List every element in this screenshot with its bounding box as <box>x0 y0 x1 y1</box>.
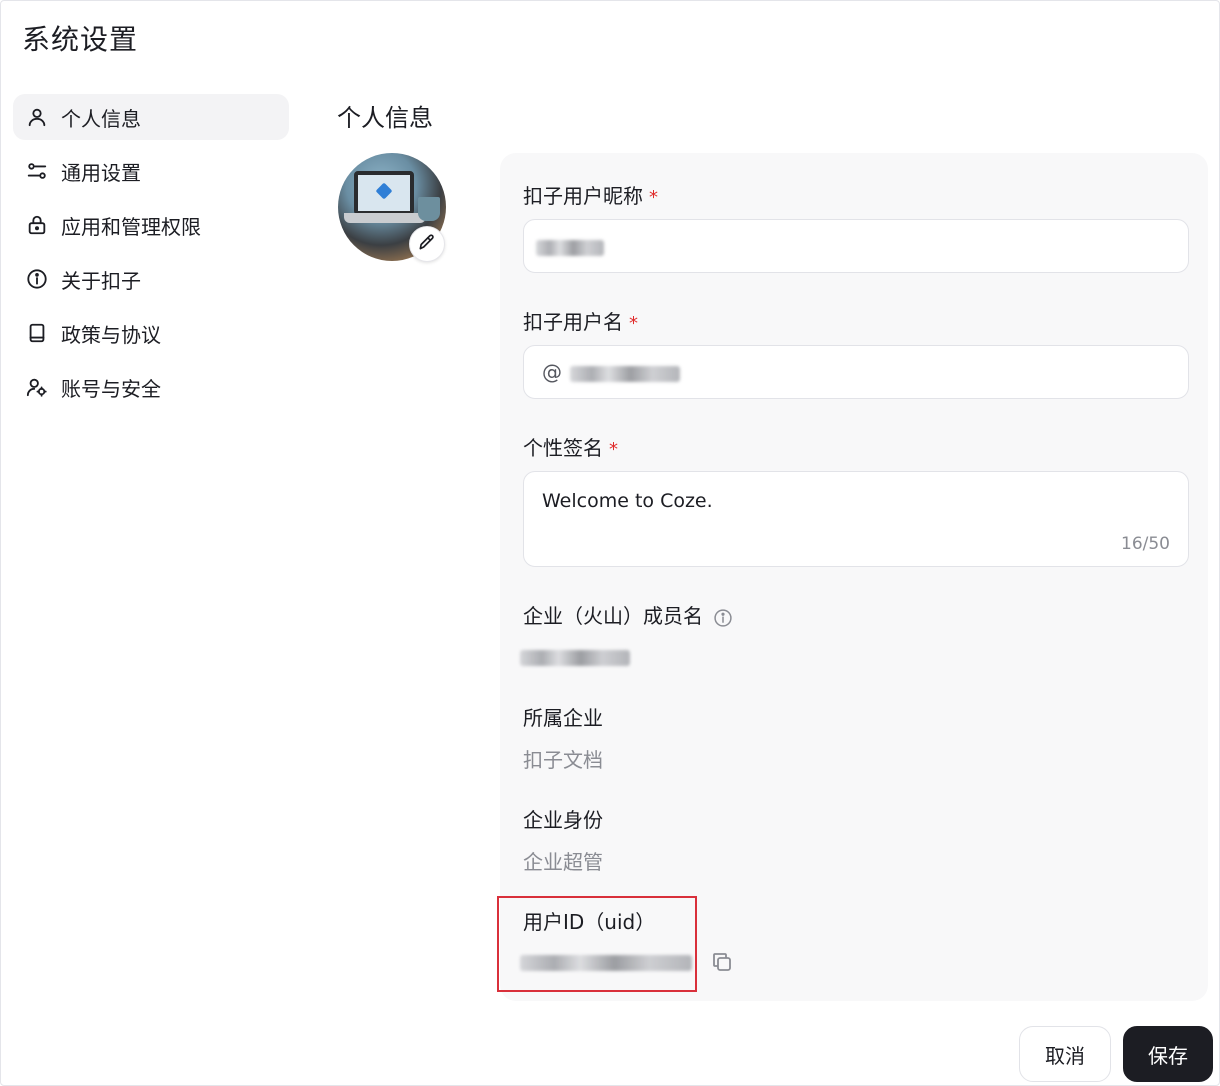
cancel-button[interactable]: 取消 <box>1019 1026 1111 1082</box>
identity-value: 企业超管 <box>523 850 603 874</box>
sidebar-item-about[interactable]: 关于扣子 <box>13 256 289 302</box>
member-name-label: 企业（火山）成员名 <box>523 600 733 629</box>
character-counter: 16/50 <box>1121 534 1170 554</box>
profile-form-panel <box>500 153 1208 1001</box>
sidebar-item-app-permissions[interactable]: 应用和管理权限 <box>13 202 289 248</box>
nickname-label: 扣子用户昵称 * <box>523 180 658 209</box>
nickname-input[interactable] <box>523 219 1189 273</box>
avatar-edit-button[interactable] <box>409 226 445 262</box>
page-title: 系统设置 <box>22 23 139 56</box>
section-title: 个人信息 <box>337 104 433 132</box>
sidebar-item-label: 政策与协议 <box>61 322 161 347</box>
avatar-cup-shape <box>418 197 440 221</box>
save-button[interactable]: 保存 <box>1123 1026 1213 1082</box>
member-name-label-text: 企业（火山）成员名 <box>523 604 703 628</box>
enterprise-value: 扣子文档 <box>523 748 603 772</box>
copy-icon[interactable] <box>710 950 734 974</box>
user-icon <box>25 105 49 129</box>
sidebar: 个人信息 通用设置 应用和管理权限 关于扣子 政策与协议 账号与安全 <box>13 94 289 418</box>
signature-value: Welcome to Coze. <box>542 490 713 512</box>
enterprise-label: 所属企业 <box>523 706 603 730</box>
sidebar-item-label: 个人信息 <box>61 106 141 131</box>
sidebar-item-personal-info[interactable]: 个人信息 <box>13 94 289 140</box>
avatar-laptop-base-shape <box>344 213 426 223</box>
sidebar-item-policies[interactable]: 政策与协议 <box>13 310 289 356</box>
sidebar-item-label: 应用和管理权限 <box>61 214 201 239</box>
username-label: 扣子用户名 * <box>523 306 638 335</box>
sidebar-item-account-security[interactable]: 账号与安全 <box>13 364 289 410</box>
sidebar-item-label: 账号与安全 <box>61 376 161 401</box>
lock-icon <box>25 213 49 237</box>
nickname-label-text: 扣子用户昵称 <box>523 184 643 208</box>
username-input[interactable]: @ <box>523 345 1189 399</box>
required-mark: * <box>649 187 658 208</box>
pencil-icon <box>417 232 437 256</box>
uid-highlight-box <box>497 896 697 992</box>
sliders-icon <box>25 159 49 183</box>
sidebar-item-label: 关于扣子 <box>61 268 141 293</box>
required-mark: * <box>609 439 618 460</box>
at-prefix: @ <box>542 360 562 384</box>
required-mark: * <box>629 313 638 334</box>
user-settings-icon <box>25 375 49 399</box>
info-icon[interactable] <box>713 608 733 628</box>
book-icon <box>25 321 49 345</box>
redacted-nickname <box>536 240 604 256</box>
identity-label: 企业身份 <box>523 808 603 832</box>
redacted-member-name <box>520 650 630 666</box>
signature-label: 个性签名 * <box>523 432 618 461</box>
info-icon <box>25 267 49 291</box>
sidebar-item-label: 通用设置 <box>61 160 141 185</box>
redacted-username <box>570 366 680 382</box>
sidebar-item-general-settings[interactable]: 通用设置 <box>13 148 289 194</box>
username-label-text: 扣子用户名 <box>523 310 623 334</box>
signature-textarea[interactable]: Welcome to Coze. 16/50 <box>523 471 1189 567</box>
signature-label-text: 个性签名 <box>523 436 603 460</box>
